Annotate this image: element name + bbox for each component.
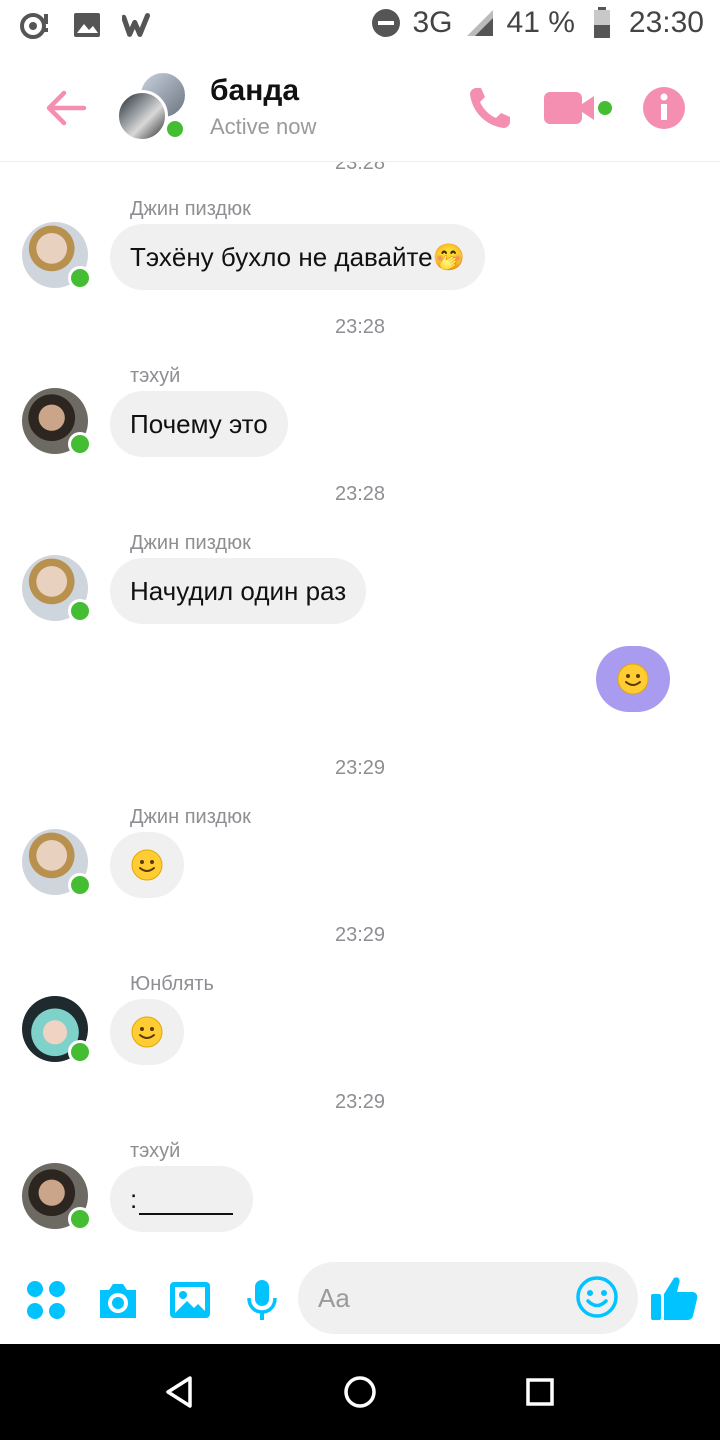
- message-bubble[interactable]: Тэхёну бухло не давайте🤭: [110, 224, 485, 290]
- sender-name: Джин пиздюк: [130, 532, 251, 554]
- avatar[interactable]: [22, 1163, 92, 1231]
- smiley-icon: [576, 1276, 618, 1318]
- timestamp: 23:28: [334, 483, 386, 505]
- message-text: :: [130, 1183, 138, 1214]
- member-photo: [116, 90, 168, 142]
- arrow-left-icon: [46, 90, 87, 126]
- online-indicator: [68, 266, 92, 290]
- online-indicator: [68, 873, 92, 897]
- timestamp: 23:29: [334, 1091, 386, 1113]
- info-button[interactable]: [636, 80, 692, 136]
- group-avatar[interactable]: [116, 70, 188, 142]
- sender-name: Юнблять: [130, 973, 214, 995]
- triangle-back-icon: [166, 1376, 192, 1408]
- info-icon: [643, 87, 685, 129]
- camera-icon: [100, 1284, 136, 1318]
- nav-recents-button[interactable]: [520, 1372, 560, 1412]
- emoji-button[interactable]: [574, 1274, 620, 1320]
- gallery-button[interactable]: [166, 1276, 214, 1324]
- nav-home-button[interactable]: [340, 1372, 380, 1412]
- avatar[interactable]: [22, 996, 92, 1064]
- battery-icon: [585, 6, 619, 40]
- sender-name: тэхуй: [130, 1140, 181, 1162]
- status-bar: 3G 41 % 23:30: [0, 0, 720, 52]
- back-button[interactable]: [40, 82, 92, 134]
- video-call-button[interactable]: [540, 80, 616, 136]
- avatar[interactable]: [22, 222, 92, 290]
- microphone-icon: [247, 1280, 277, 1320]
- online-indicator: [68, 432, 92, 456]
- thumbs-up-icon: [651, 1277, 698, 1320]
- square-recents-icon: [526, 1378, 554, 1406]
- timestamp: 23:29: [334, 924, 386, 946]
- emoji-message[interactable]: [110, 999, 184, 1065]
- circle-home-icon: [344, 1376, 376, 1408]
- smiley-emoji-icon: [131, 1016, 163, 1048]
- message-bubble[interactable]: Начудил один раз: [110, 558, 367, 624]
- online-indicator: [68, 599, 92, 623]
- sender-name: Джин пиздюк: [130, 198, 251, 220]
- sender-name: тэхуй: [130, 365, 181, 387]
- clock: 23:30: [628, 6, 704, 39]
- notification-icon: [18, 8, 52, 42]
- timestamp: 23:29: [334, 757, 386, 779]
- call-button[interactable]: [462, 80, 518, 136]
- video-camera-icon: [544, 92, 612, 124]
- message-list[interactable]: 23:28 Джин пиздюк Тэхёну бухло не давайт…: [0, 162, 720, 1256]
- like-button[interactable]: [648, 1272, 700, 1324]
- nav-back-button[interactable]: [160, 1372, 200, 1412]
- dnd-icon: [369, 6, 403, 40]
- camera-button[interactable]: [94, 1276, 142, 1324]
- four-dots-icon: [27, 1281, 65, 1319]
- emoji-message[interactable]: [110, 832, 184, 898]
- message-bubble[interactable]: Почему это: [110, 391, 288, 457]
- active-status: Active now: [210, 114, 317, 139]
- smiley-emoji-icon: [617, 663, 649, 695]
- gallery-icon: [70, 8, 104, 42]
- phone-icon: [470, 88, 510, 128]
- more-actions-button[interactable]: [22, 1276, 70, 1324]
- wattpad-icon: [122, 8, 156, 42]
- underline-dash: [139, 1193, 234, 1215]
- online-indicator: [68, 1207, 92, 1231]
- sent-emoji-message[interactable]: [596, 646, 670, 712]
- avatar[interactable]: [22, 555, 92, 623]
- timestamp: 23:28: [334, 162, 386, 174]
- battery-percent: 41 %: [506, 6, 575, 39]
- smiley-emoji-icon: [131, 849, 163, 881]
- network-type: 3G: [412, 6, 453, 39]
- chat-title[interactable]: банда: [210, 74, 299, 108]
- online-indicator: [164, 118, 186, 140]
- voice-button[interactable]: [238, 1276, 286, 1324]
- image-icon: [170, 1282, 210, 1318]
- online-indicator: [68, 1040, 92, 1064]
- avatar[interactable]: [22, 829, 92, 897]
- timestamp: 23:28: [334, 316, 386, 338]
- chat-header: банда Active now: [0, 52, 720, 162]
- composer-bar: [0, 1256, 720, 1344]
- sender-name: Джин пиздюк: [130, 806, 251, 828]
- signal-icon: [463, 6, 497, 40]
- message-bubble[interactable]: :: [110, 1166, 254, 1232]
- avatar[interactable]: [22, 388, 92, 456]
- system-nav-bar: [0, 1344, 720, 1440]
